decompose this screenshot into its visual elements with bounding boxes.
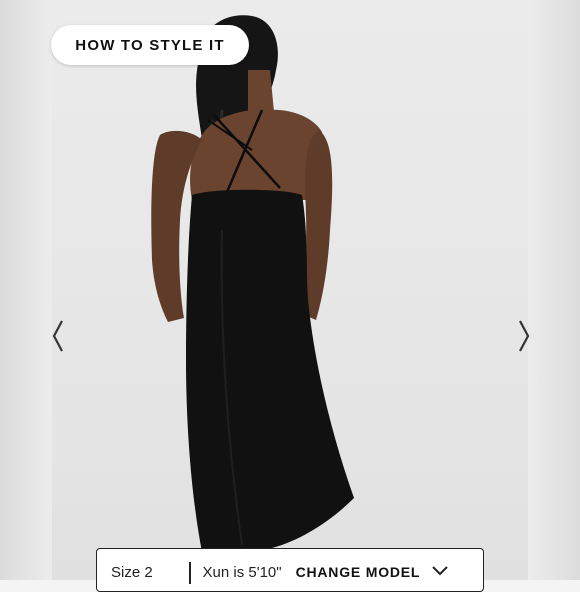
- left-edge-panel: [0, 0, 52, 580]
- chevron-down-icon: [432, 565, 449, 575]
- product-photo: [52, 0, 528, 580]
- size-model-bar: Size 2 Xun is 5'10" CHANGE MODEL: [96, 548, 484, 592]
- right-edge-panel: [528, 0, 580, 580]
- size-divider: [189, 562, 191, 584]
- change-model-label: CHANGE MODEL: [295, 564, 421, 580]
- chevron-left-icon: [52, 320, 63, 352]
- carousel-prev-button[interactable]: [48, 318, 68, 354]
- change-model-button[interactable]: CHANGE MODEL: [296, 564, 449, 580]
- model-height-text: Xun is 5'10": [202, 564, 282, 581]
- carousel-next-button[interactable]: [514, 318, 534, 354]
- size-label: Size 2: [111, 564, 153, 581]
- how-to-style-label: HOW TO STYLE IT: [75, 36, 225, 54]
- how-to-style-button[interactable]: HOW TO STYLE IT: [51, 25, 249, 65]
- chevron-right-icon: [519, 320, 530, 352]
- model-illustration: [151, 15, 354, 580]
